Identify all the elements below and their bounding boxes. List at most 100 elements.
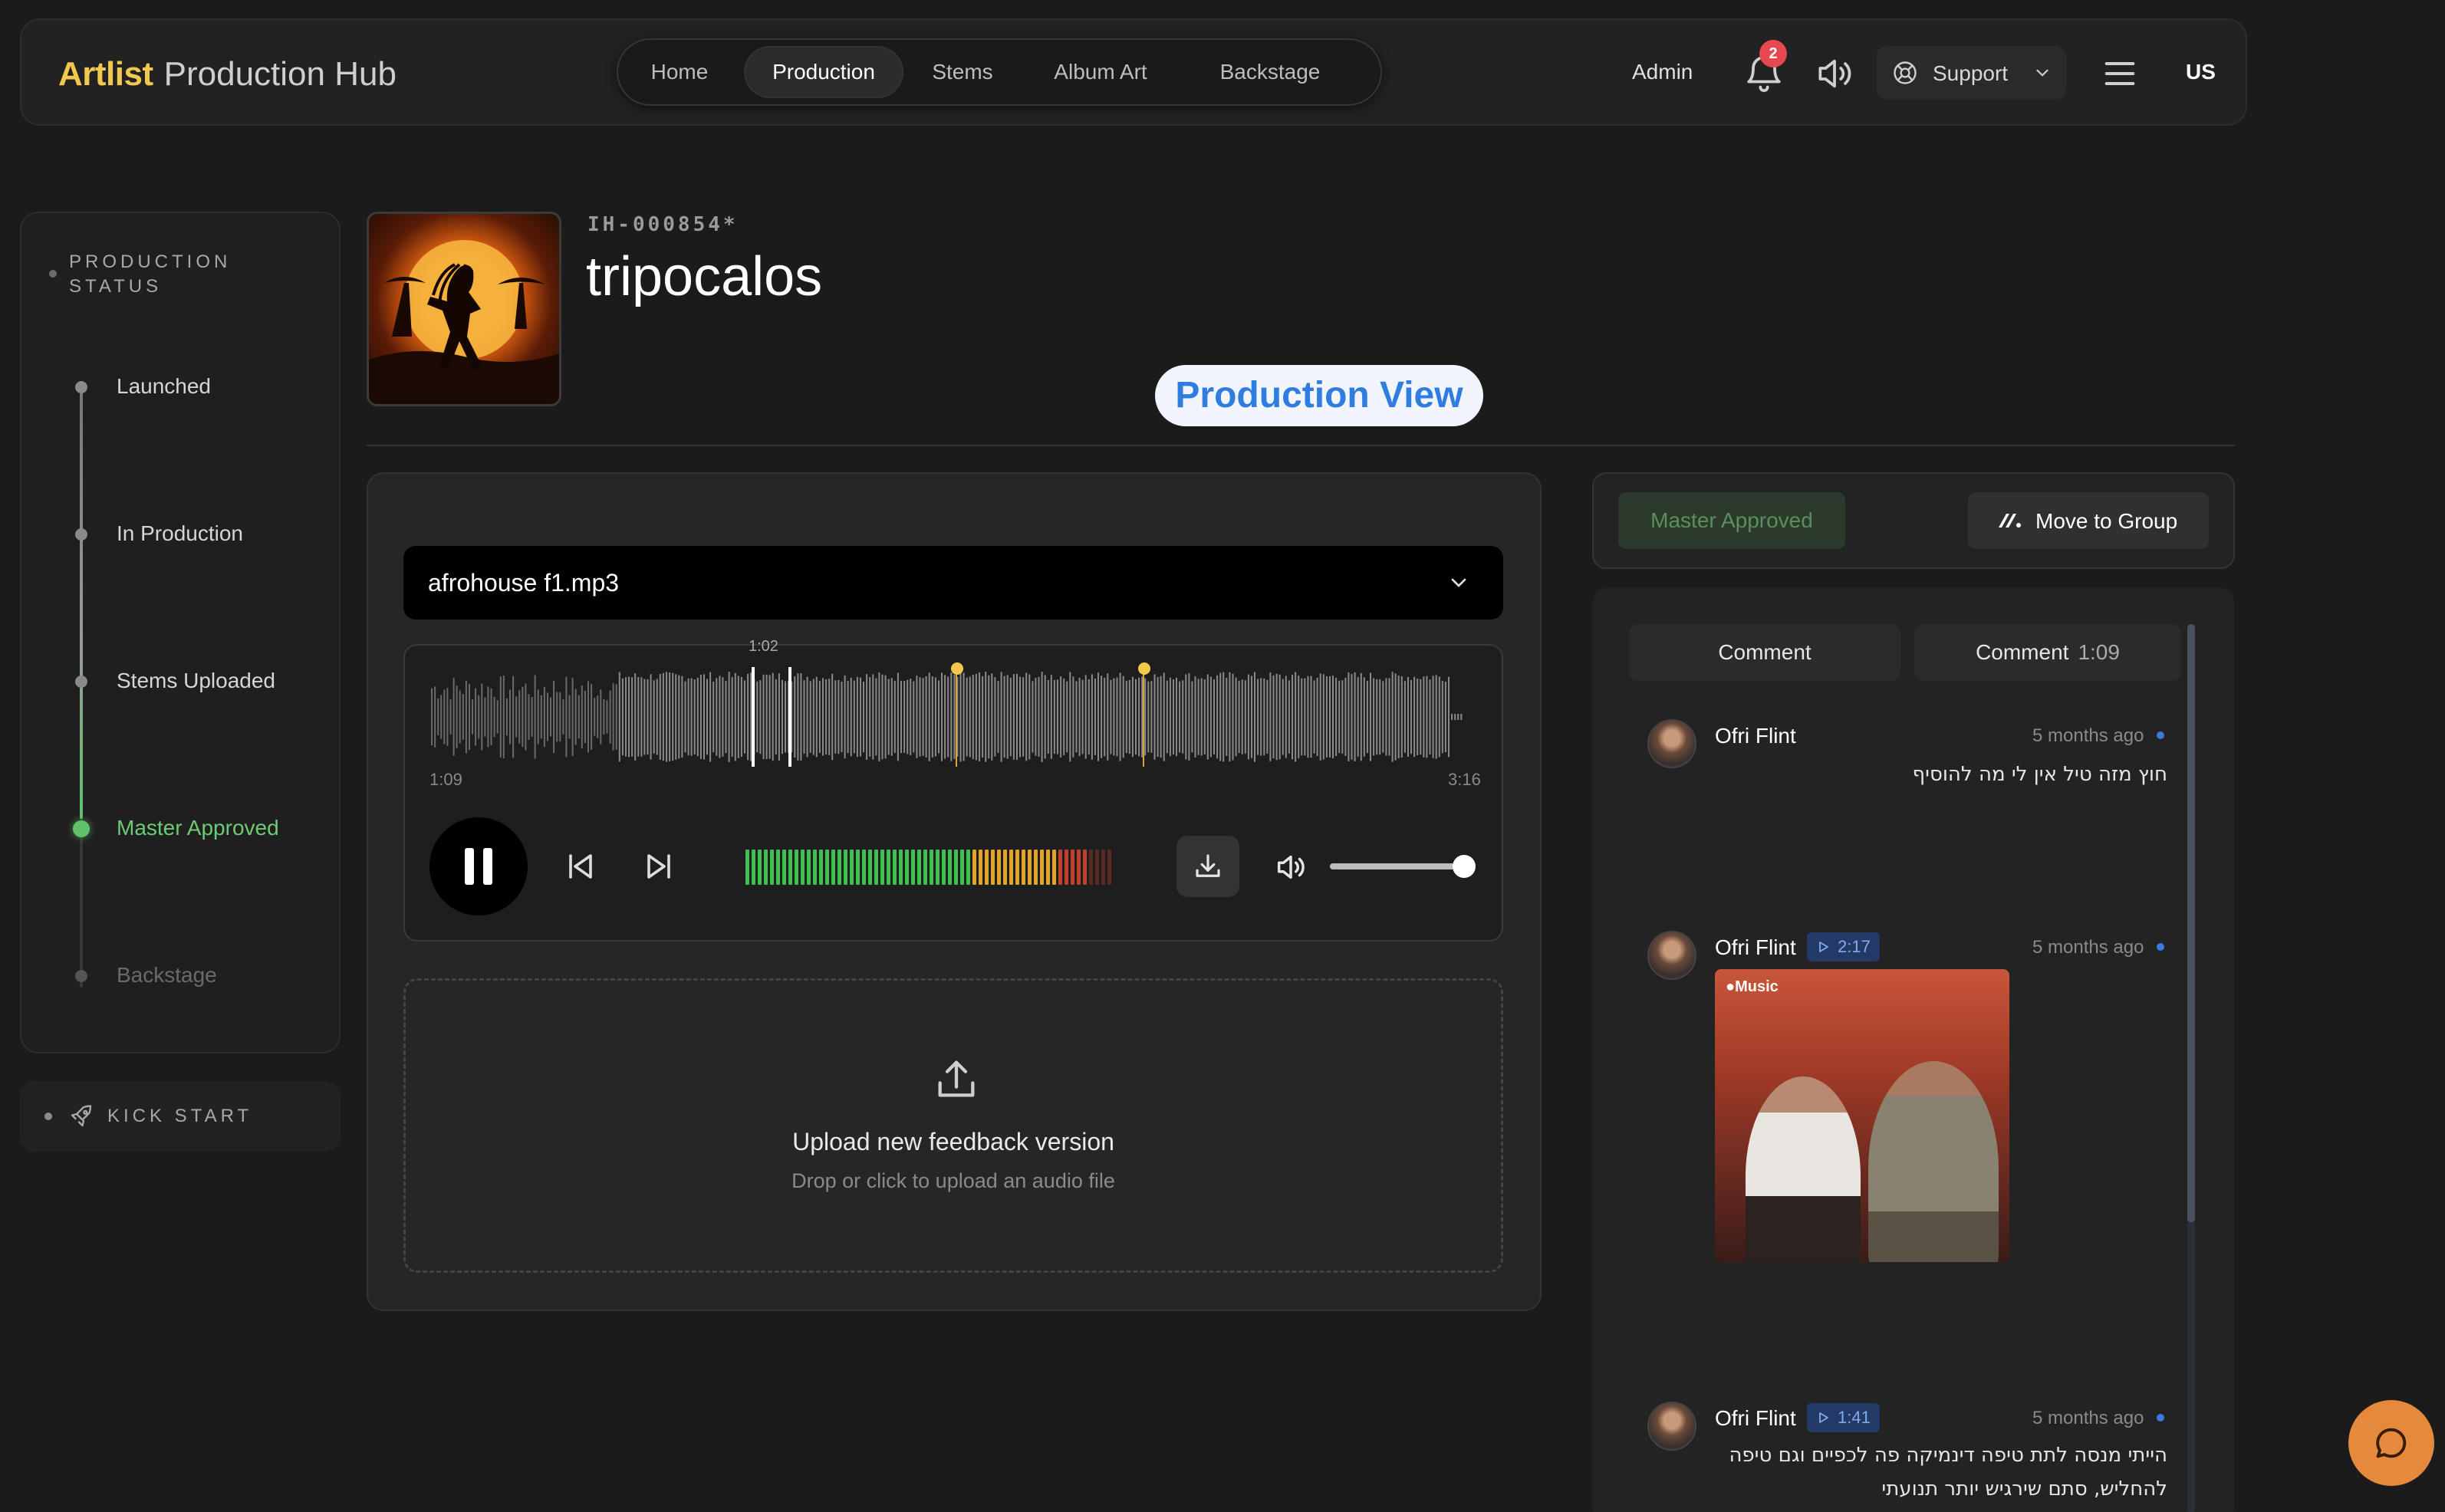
waveform-bar [1413, 676, 1416, 758]
comment-media-thumbnail[interactable]: ●Music [1715, 969, 2009, 1262]
skip-back-icon[interactable] [561, 848, 598, 885]
waveform-bar [1266, 679, 1269, 754]
waveform-bar [1435, 675, 1437, 759]
level-meter-segment [752, 850, 755, 885]
comment-marker-dot[interactable] [1138, 662, 1150, 675]
comment-timestamp-chip[interactable]: 2:17 [1807, 932, 1880, 961]
waveform-bar [775, 679, 777, 754]
waveform-bar [850, 677, 852, 757]
album-cover[interactable] [367, 212, 561, 406]
level-meter-segment [1101, 850, 1105, 885]
waveform-bar [603, 698, 605, 735]
waveform-bar [1263, 678, 1265, 756]
comment-text: חוץ מזה טיל אין לי מה להוסיף [1912, 763, 2167, 786]
production-view-badge[interactable]: Production View [1155, 365, 1483, 426]
speaker-icon[interactable] [1813, 52, 1856, 95]
level-meter-segment [856, 850, 860, 885]
waveform-bar [1420, 679, 1422, 755]
admin-link[interactable]: Admin [1632, 60, 1693, 84]
move-to-group-button[interactable]: Move to Group [1968, 492, 2209, 549]
waveform-bar [556, 692, 558, 742]
step-launched[interactable]: Launched [117, 374, 211, 399]
hamburger-menu-icon[interactable] [2100, 54, 2140, 94]
waveform-bar [1272, 675, 1275, 758]
waveform-bar [1403, 681, 1406, 753]
waveform-bar [1009, 677, 1012, 757]
play-icon [1819, 1412, 1828, 1423]
level-meter-segment [1046, 850, 1050, 885]
selection-marker[interactable] [788, 667, 791, 767]
waveform-bar [1432, 675, 1434, 758]
waveform-bar [1410, 680, 1412, 754]
waveform-bar [800, 673, 802, 761]
waveform-bar [934, 677, 936, 757]
waveform-bar [490, 688, 492, 745]
step-in-production[interactable]: In Production [117, 521, 243, 546]
scrollbar-thumb[interactable] [2187, 624, 2195, 1222]
waveform-bar [469, 684, 470, 750]
comment-at-time-tab[interactable]: Comment 1:09 [1914, 624, 2181, 681]
locale-selector[interactable]: US [2186, 60, 2216, 84]
file-select-dropdown[interactable]: afrohouse f1.mp3 [403, 546, 1503, 620]
level-meter-segment [862, 850, 866, 885]
waveform-bar [584, 690, 586, 743]
waveform-bar [600, 689, 602, 744]
upload-dropzone[interactable]: Upload new feedback version Drop or clic… [403, 978, 1503, 1273]
app-logo[interactable]: Artlist Production Hub [58, 55, 397, 94]
waveform-bar [456, 685, 458, 748]
chat-support-button[interactable] [2348, 1400, 2434, 1486]
comment-marker-line[interactable] [1143, 667, 1144, 767]
pause-button[interactable] [429, 817, 528, 915]
waveform-bar [1219, 672, 1222, 761]
waveform[interactable] [431, 659, 1466, 774]
waveform-bar [893, 681, 896, 753]
upload-hint: Drop or click to upload an audio file [791, 1169, 1115, 1192]
waveform-bar [831, 673, 834, 761]
tab-home[interactable]: Home [630, 46, 729, 98]
tab-backstage[interactable]: Backstage [1190, 46, 1350, 98]
waveform-bar [740, 676, 742, 758]
waveform-bar [1322, 674, 1325, 760]
skip-forward-icon[interactable] [641, 848, 678, 885]
waveform-bar [1382, 681, 1384, 753]
step-backstage[interactable]: Backstage [117, 963, 217, 988]
comment-timestamp-chip[interactable]: 1:41 [1807, 1403, 1880, 1432]
artlist-logo-icon [1999, 514, 2021, 528]
tab-stems[interactable]: Stems [913, 46, 1012, 98]
waveform-end-time: 3:16 [1448, 770, 1481, 789]
step-stems-uploaded[interactable]: Stems Uploaded [117, 669, 275, 693]
support-dropdown[interactable]: Support [1876, 46, 2066, 100]
comment-marker-dot[interactable] [951, 662, 963, 675]
kick-start-button[interactable]: KICK START [20, 1081, 341, 1152]
comment-tab[interactable]: Comment [1629, 624, 1900, 681]
volume-icon[interactable] [1273, 850, 1308, 885]
waveform-bar [1047, 680, 1049, 754]
volume-slider-knob[interactable] [1453, 855, 1476, 878]
chevron-down-icon [2036, 69, 2048, 77]
tab-production[interactable]: Production [744, 46, 903, 98]
waveform-bar [1213, 679, 1215, 754]
comment-tab-label: Comment [1718, 640, 1812, 664]
tab-album-art[interactable]: Album Art [1028, 46, 1173, 98]
volume-slider[interactable] [1330, 855, 1476, 878]
master-approved-status[interactable]: Master Approved [1618, 492, 1845, 549]
step-dot-backstage [75, 970, 87, 982]
comment-marker-line[interactable] [956, 667, 957, 767]
waveform-bar [1091, 674, 1093, 760]
waveform-bar [1200, 678, 1203, 756]
playhead-marker[interactable] [752, 667, 755, 767]
step-master-approved[interactable]: Master Approved [117, 816, 279, 840]
waveform-bar [606, 700, 608, 734]
level-meter-segment [745, 850, 749, 885]
waveform-bar [1000, 672, 1002, 762]
waveform-bar [1444, 682, 1446, 752]
level-meter-segment [1058, 850, 1062, 885]
waveform-bar [1125, 680, 1127, 754]
download-button[interactable] [1176, 836, 1239, 897]
waveform-bar [493, 696, 495, 738]
level-meter-segment [1077, 850, 1081, 885]
waveform-bar [931, 676, 933, 758]
waveform-bar [1316, 677, 1318, 756]
waveform-bar [1141, 676, 1144, 758]
level-meter-segment [880, 850, 884, 885]
